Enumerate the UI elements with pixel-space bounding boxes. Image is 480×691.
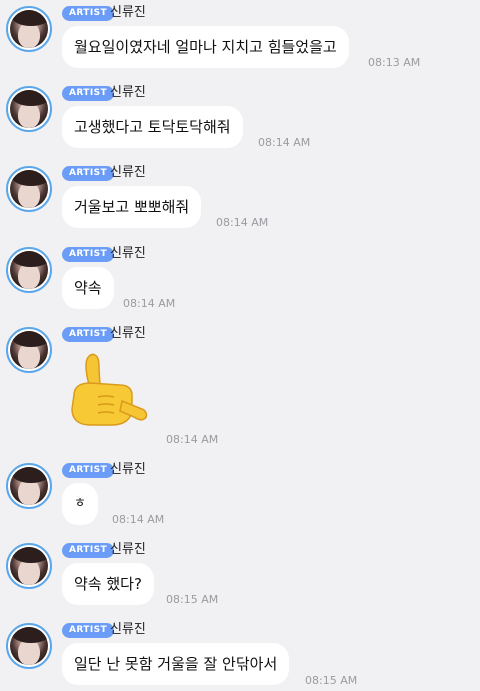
avatar[interactable]	[6, 247, 52, 293]
artist-badge: ARTIST	[62, 463, 115, 478]
message-bubble[interactable]: 월요일이였자네 얼마나 지치고 힘들었을고	[62, 26, 349, 68]
sender-name: 신류진	[110, 165, 146, 180]
avatar[interactable]	[6, 623, 52, 669]
message-bubble[interactable]: ㅎ	[62, 483, 98, 525]
message-timestamp: 08:14 AM	[166, 433, 219, 446]
message-bubble[interactable]: 약속 했다?	[62, 563, 154, 605]
message-timestamp: 08:14 AM	[216, 216, 269, 229]
avatar[interactable]	[6, 327, 52, 373]
artist-badge: ARTIST	[62, 6, 115, 21]
artist-badge: ARTIST	[62, 86, 115, 101]
sender-name: 신류진	[110, 5, 146, 20]
artist-badge: ARTIST	[62, 623, 115, 638]
artist-badge: ARTIST	[62, 166, 115, 181]
chat-thread: ARTIST 신류진 월요일이였자네 얼마나 지치고 힘들었을고 08:13 A…	[0, 0, 480, 691]
message-bubble[interactable]: 고생했다고 토닥토닥해줘	[62, 106, 243, 148]
artist-badge: ARTIST	[62, 327, 115, 342]
sender-name: 신류진	[110, 542, 146, 557]
sender-name: 신류진	[110, 326, 146, 341]
sender-name: 신류진	[110, 622, 146, 637]
message-timestamp: 08:14 AM	[112, 513, 165, 526]
avatar[interactable]	[6, 463, 52, 509]
sender-name: 신류진	[110, 462, 146, 477]
sender-name: 신류진	[110, 246, 146, 261]
sender-name: 신류진	[110, 85, 146, 100]
artist-badge: ARTIST	[62, 543, 115, 558]
message-bubble[interactable]: 거울보고 뽀뽀해줘	[62, 186, 202, 228]
message-timestamp: 08:15 AM	[305, 674, 358, 687]
artist-badge: ARTIST	[62, 247, 115, 262]
avatar[interactable]	[6, 6, 52, 52]
message-bubble[interactable]: 약속	[62, 267, 114, 309]
message-timestamp: 08:13 AM	[368, 56, 421, 69]
avatar[interactable]	[6, 86, 52, 132]
message-timestamp: 08:14 AM	[258, 136, 311, 149]
message-timestamp: 08:15 AM	[166, 593, 219, 606]
avatar[interactable]	[6, 166, 52, 212]
message-timestamp: 08:14 AM	[123, 297, 176, 310]
message-bubble[interactable]: 일단 난 못함 거울을 잘 안닦아서	[62, 643, 290, 685]
avatar[interactable]	[6, 543, 52, 589]
call-me-hand-emoji[interactable]	[62, 349, 148, 429]
